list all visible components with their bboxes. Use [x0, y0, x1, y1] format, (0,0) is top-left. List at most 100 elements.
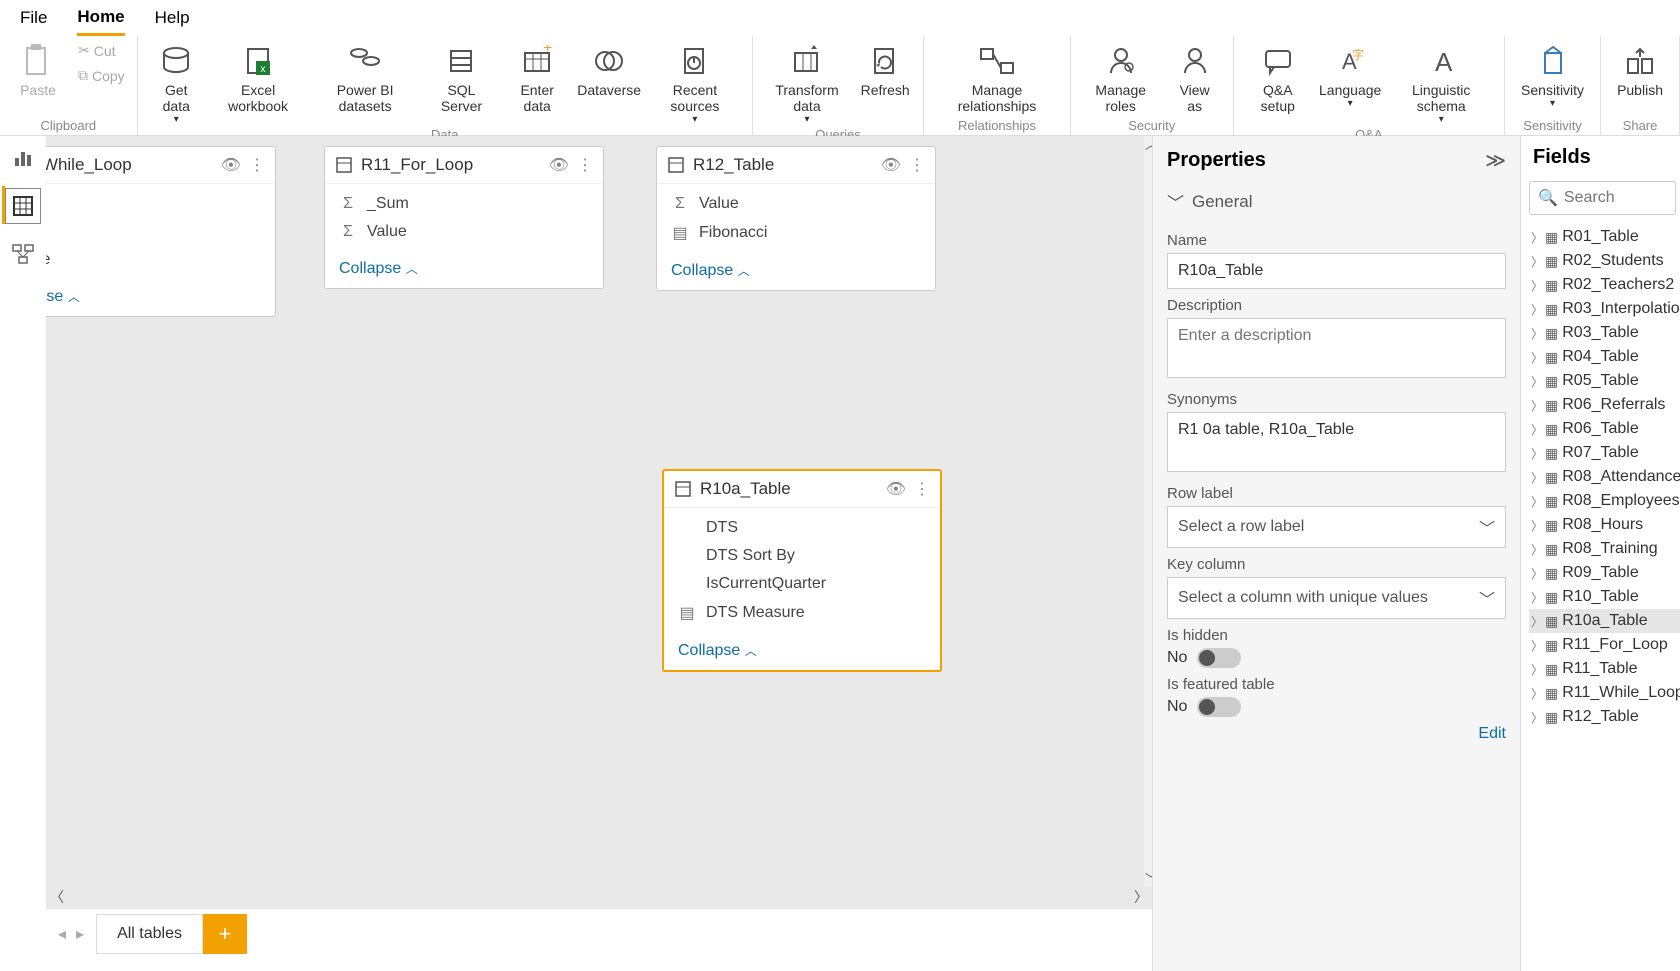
nav-next-icon[interactable]: ▸ — [76, 924, 84, 944]
recent-sources-button[interactable]: Recent sources▾ — [646, 40, 744, 127]
visibility-icon[interactable]: 👁 — [221, 155, 241, 175]
visibility-icon[interactable]: 👁 — [881, 155, 901, 175]
scroll-right-icon[interactable]: 〉 — [1134, 887, 1148, 907]
table-card-for[interactable]: R11_For_Loop 👁 ⋮ Σ_Sum ΣValue Collapse ︿ — [324, 146, 604, 289]
copy-button[interactable]: ⧉Copy — [74, 65, 129, 86]
language-button[interactable]: A字Language▾ — [1316, 40, 1384, 111]
name-input[interactable] — [1167, 253, 1506, 289]
visibility-icon[interactable]: 👁 — [886, 479, 906, 499]
field-row[interactable]: ▤Fibonacci — [657, 218, 935, 248]
tab-home[interactable]: Home — [77, 1, 124, 36]
field-item[interactable]: 〉▦R04_Table — [1529, 345, 1680, 369]
field-row[interactable]: lue — [46, 246, 275, 274]
chevron-right-icon: 〉 — [1531, 349, 1541, 366]
fields-search[interactable]: 🔍 — [1529, 181, 1676, 215]
model-view-button[interactable] — [5, 236, 41, 272]
model-canvas[interactable]: 1_While_Loop 👁 ⋮ lue Collapse ︿ R11_For_… — [46, 136, 1152, 909]
table-card-r12[interactable]: R12_Table 👁 ⋮ ΣValue ▤Fibonacci Collapse… — [656, 146, 936, 291]
field-item[interactable]: 〉▦R10a_Table — [1529, 609, 1680, 633]
sensitivity-button[interactable]: Sensitivity▾ — [1513, 40, 1592, 111]
more-icon[interactable]: ⋮ — [909, 155, 925, 175]
nav-prev-icon[interactable]: ◂ — [58, 924, 66, 944]
field-row[interactable]: ▤DTS Measure — [664, 598, 940, 628]
row-label-select[interactable]: Select a row label﹀ — [1167, 506, 1506, 548]
field-item[interactable]: 〉▦R02_Teachers2 — [1529, 273, 1680, 297]
field-item[interactable]: 〉▦R11_While_Loop — [1529, 681, 1680, 705]
field-item[interactable]: 〉▦R02_Students — [1529, 249, 1680, 273]
field-item[interactable]: 〉▦R10_Table — [1529, 585, 1680, 609]
field-item[interactable]: 〉▦R08_Attendance — [1529, 465, 1680, 489]
description-input[interactable] — [1167, 318, 1506, 378]
field-row[interactable]: Σ_Sum — [325, 190, 603, 218]
field-row[interactable]: ΣValue — [657, 190, 935, 218]
pbi-datasets-button[interactable]: Power BI datasets — [309, 40, 421, 116]
field-item[interactable]: 〉▦R06_Table — [1529, 417, 1680, 441]
table-card-while[interactable]: 1_While_Loop 👁 ⋮ lue Collapse ︿ — [46, 146, 276, 317]
field-item[interactable]: 〉▦R01_Table — [1529, 225, 1680, 249]
collapse-link[interactable]: Collapse ︿ — [46, 288, 80, 305]
search-input[interactable] — [1564, 189, 1667, 207]
data-view-button[interactable] — [5, 188, 41, 224]
visibility-icon[interactable]: 👁 — [549, 155, 569, 175]
table-icon: ▦ — [1545, 277, 1558, 294]
manage-relationships-button[interactable]: Manage relationships — [932, 40, 1062, 116]
collapse-link[interactable]: Collapse ︿ — [339, 260, 418, 277]
enter-data-button[interactable]: +Enter data — [502, 40, 572, 116]
field-item[interactable]: 〉▦R11_For_Loop — [1529, 633, 1680, 657]
more-icon[interactable]: ⋮ — [577, 155, 593, 175]
transform-data-button[interactable]: Transform data▾ — [761, 40, 853, 127]
collapse-panel-icon[interactable]: ≫ — [1485, 148, 1506, 173]
field-item[interactable]: 〉▦R03_Table — [1529, 321, 1680, 345]
excel-button[interactable]: xExcel workbook — [209, 40, 307, 116]
qa-setup-button[interactable]: Q&A setup — [1242, 40, 1314, 116]
field-row[interactable]: DTS — [664, 514, 940, 542]
is-hidden-toggle[interactable] — [1197, 648, 1241, 668]
refresh-button[interactable]: Refresh — [855, 40, 915, 100]
table-card-r10a[interactable]: R10a_Table 👁 ⋮ DTS DTS Sort By IsCurrent… — [662, 469, 942, 672]
more-icon[interactable]: ⋮ — [914, 479, 930, 499]
field-item[interactable]: 〉▦R03_Interpolatio — [1529, 297, 1680, 321]
field-row[interactable] — [46, 190, 275, 218]
paste-button[interactable]: Paste — [8, 40, 68, 100]
field-row[interactable]: ΣValue — [325, 218, 603, 246]
field-item[interactable]: 〉▦R11_Table — [1529, 657, 1680, 681]
chevron-right-icon: 〉 — [1531, 685, 1541, 702]
table-icon: ▦ — [1545, 253, 1558, 270]
field-item[interactable]: 〉▦R05_Table — [1529, 369, 1680, 393]
dataverse-button[interactable]: Dataverse — [574, 40, 644, 100]
tab-help[interactable]: Help — [155, 2, 190, 34]
key-column-select[interactable]: Select a column with unique values﹀ — [1167, 577, 1506, 619]
publish-button[interactable]: Publish — [1609, 40, 1671, 100]
all-tables-tab[interactable]: All tables — [96, 914, 203, 954]
field-item[interactable]: 〉▦R08_Hours — [1529, 513, 1680, 537]
field-item[interactable]: 〉▦R08_Training — [1529, 537, 1680, 561]
cut-button[interactable]: ✂Cut — [74, 40, 129, 61]
collapse-link[interactable]: Collapse ︿ — [671, 262, 750, 279]
manage-roles-button[interactable]: Manage roles — [1079, 40, 1163, 116]
get-data-button[interactable]: Get data▾ — [146, 40, 207, 127]
report-view-button[interactable] — [5, 140, 41, 176]
linguistic-schema-button[interactable]: ALinguistic schema▾ — [1386, 40, 1496, 127]
add-tab-button[interactable]: + — [203, 914, 247, 954]
field-item[interactable]: 〉▦R09_Table — [1529, 561, 1680, 585]
chevron-right-icon: 〉 — [1531, 253, 1541, 270]
synonyms-input[interactable]: R1 0a table, R10a_Table — [1167, 412, 1506, 472]
sigma-icon: Σ — [339, 223, 357, 241]
edit-link[interactable]: Edit — [1478, 725, 1506, 742]
field-row[interactable]: DTS Sort By — [664, 542, 940, 570]
is-featured-toggle[interactable] — [1197, 697, 1241, 717]
field-row[interactable]: IsCurrentQuarter — [664, 570, 940, 598]
field-row[interactable] — [46, 218, 275, 246]
field-item[interactable]: 〉▦R07_Table — [1529, 441, 1680, 465]
field-item[interactable]: 〉▦R08_Employees — [1529, 489, 1680, 513]
scroll-left-icon[interactable]: 〈 — [50, 887, 64, 907]
view-as-button[interactable]: View as — [1165, 40, 1225, 116]
sql-server-button[interactable]: SQL Server — [423, 40, 500, 116]
tab-file[interactable]: File — [20, 2, 47, 34]
general-section[interactable]: ﹀General — [1167, 185, 1506, 224]
table-icon: ▦ — [1545, 469, 1558, 486]
field-item[interactable]: 〉▦R06_Referrals — [1529, 393, 1680, 417]
field-item[interactable]: 〉▦R12_Table — [1529, 705, 1680, 729]
collapse-link[interactable]: Collapse ︿ — [678, 642, 757, 659]
more-icon[interactable]: ⋮ — [249, 155, 265, 175]
